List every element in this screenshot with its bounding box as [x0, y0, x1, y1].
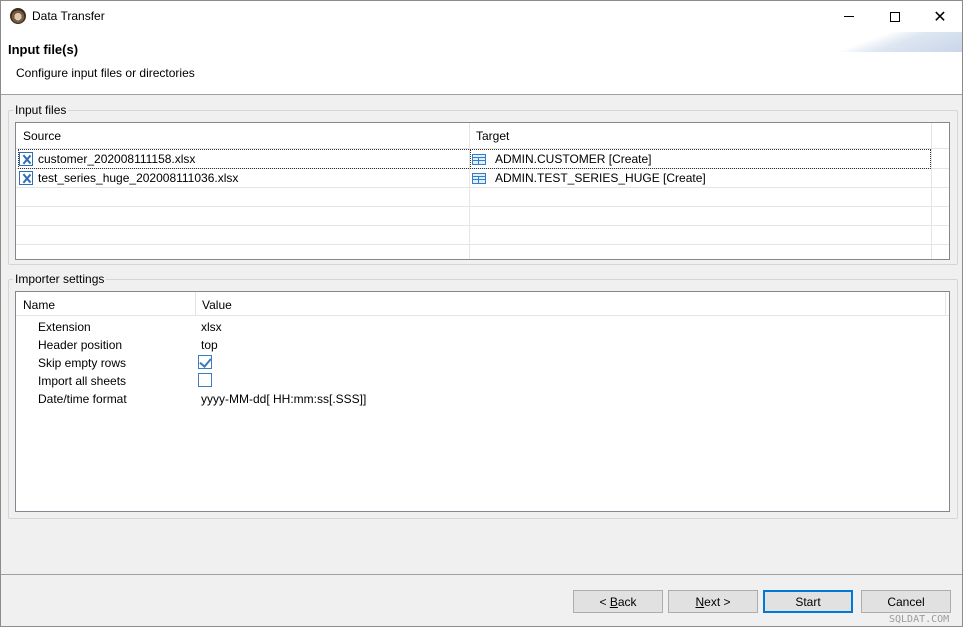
setting-value[interactable]: xlsx — [201, 320, 222, 334]
start-button[interactable]: Start — [763, 590, 853, 613]
target-cell[interactable]: ADMIN.CUSTOMER [Create] — [470, 149, 931, 169]
input-files-table[interactable]: Source Target customer_202008111158.xlsx… — [15, 122, 950, 260]
page-title: Input file(s) — [8, 42, 79, 57]
excel-file-icon — [19, 152, 33, 166]
source-file-name: customer_202008111158.xlsx — [38, 152, 196, 166]
table-icon — [472, 172, 486, 184]
setting-row-skip-empty-rows[interactable]: Skip empty rows — [16, 354, 949, 372]
setting-row-date-time-format[interactable]: Date/time format yyyy-MM-dd[ HH:mm:ss[.S… — [16, 390, 949, 408]
setting-name: Skip empty rows — [38, 356, 127, 370]
column-divider — [945, 292, 946, 316]
import-all-sheets-checkbox[interactable] — [198, 373, 212, 387]
dbeaver-app-icon — [10, 8, 26, 24]
setting-name: Extension — [38, 320, 91, 334]
setting-value[interactable]: yyyy-MM-dd[ HH:mm:ss[.SSS]] — [201, 392, 366, 406]
close-button[interactable]: ✕ — [917, 1, 963, 32]
setting-name: Header position — [38, 338, 123, 352]
settings-header: Name Value — [16, 292, 949, 316]
setting-name: Import all sheets — [38, 374, 127, 388]
empty-table-row — [16, 226, 949, 245]
back-button[interactable]: < Back — [573, 590, 663, 613]
window-title: Data Transfer — [32, 9, 105, 23]
maximize-icon — [890, 11, 900, 22]
column-header-target[interactable]: Target — [476, 129, 509, 143]
next-button-label: ext > — [704, 594, 731, 609]
table-header: Source Target — [16, 123, 949, 149]
target-cell[interactable]: ADMIN.TEST_SERIES_HUGE [Create] — [471, 169, 930, 187]
table-row[interactable]: customer_202008111158.xlsx ADMIN.CUSTOME… — [16, 149, 949, 169]
source-file-name: test_series_huge_202008111036.xlsx — [38, 171, 239, 185]
importer-settings-group-label: Importer settings — [13, 272, 107, 286]
next-button[interactable]: Next > — [668, 590, 758, 613]
setting-value[interactable]: top — [201, 338, 218, 352]
back-button-label: ack — [617, 594, 637, 609]
wizard-header: Input file(s) Configure input files or d… — [1, 32, 962, 95]
excel-file-icon — [19, 171, 33, 185]
empty-table-row — [16, 207, 949, 226]
input-files-group-label: Input files — [13, 103, 69, 117]
source-cell[interactable]: test_series_huge_202008111036.xlsx — [19, 169, 470, 187]
next-button-mnemonic: N — [695, 594, 705, 609]
data-transfer-window: Data Transfer ✕ Input file(s) Configure … — [0, 0, 963, 627]
column-header-source[interactable]: Source — [23, 129, 61, 143]
back-button-mnemonic: B — [609, 594, 618, 609]
table-icon — [472, 153, 486, 165]
source-cell[interactable]: customer_202008111158.xlsx — [18, 149, 471, 169]
watermark: SQLDAT.COM — [889, 614, 950, 625]
page-description: Configure input files or directories — [16, 66, 195, 80]
close-icon: ✕ — [933, 7, 947, 26]
setting-name: Date/time format — [38, 392, 127, 406]
cancel-button-label: Cancel — [887, 594, 925, 609]
table-row[interactable]: test_series_huge_202008111036.xlsx ADMIN… — [16, 169, 949, 188]
header-decoration — [821, 32, 962, 52]
column-header-name[interactable]: Name — [23, 298, 55, 312]
cancel-button[interactable]: Cancel — [861, 590, 951, 613]
minimize-button[interactable] — [826, 1, 872, 32]
setting-row-header-position[interactable]: Header position top — [16, 336, 949, 354]
importer-settings-table[interactable]: Name Value Extension xlsx Header positio… — [15, 291, 950, 512]
target-table-name: ADMIN.CUSTOMER [Create] — [495, 152, 652, 166]
empty-table-row — [16, 188, 949, 207]
start-button-label: Start — [795, 594, 821, 609]
minimize-icon — [844, 16, 854, 17]
back-button-prefix: < — [599, 594, 610, 609]
setting-row-extension[interactable]: Extension xlsx — [16, 318, 949, 336]
target-table-name: ADMIN.TEST_SERIES_HUGE [Create] — [495, 171, 706, 185]
column-divider — [195, 292, 196, 316]
footer-separator — [1, 574, 962, 575]
skip-empty-rows-checkbox[interactable] — [198, 355, 212, 369]
maximize-button[interactable] — [872, 1, 918, 32]
setting-row-import-all-sheets[interactable]: Import all sheets — [16, 372, 949, 390]
title-bar: Data Transfer ✕ — [1, 1, 962, 32]
column-header-value[interactable]: Value — [202, 298, 232, 312]
